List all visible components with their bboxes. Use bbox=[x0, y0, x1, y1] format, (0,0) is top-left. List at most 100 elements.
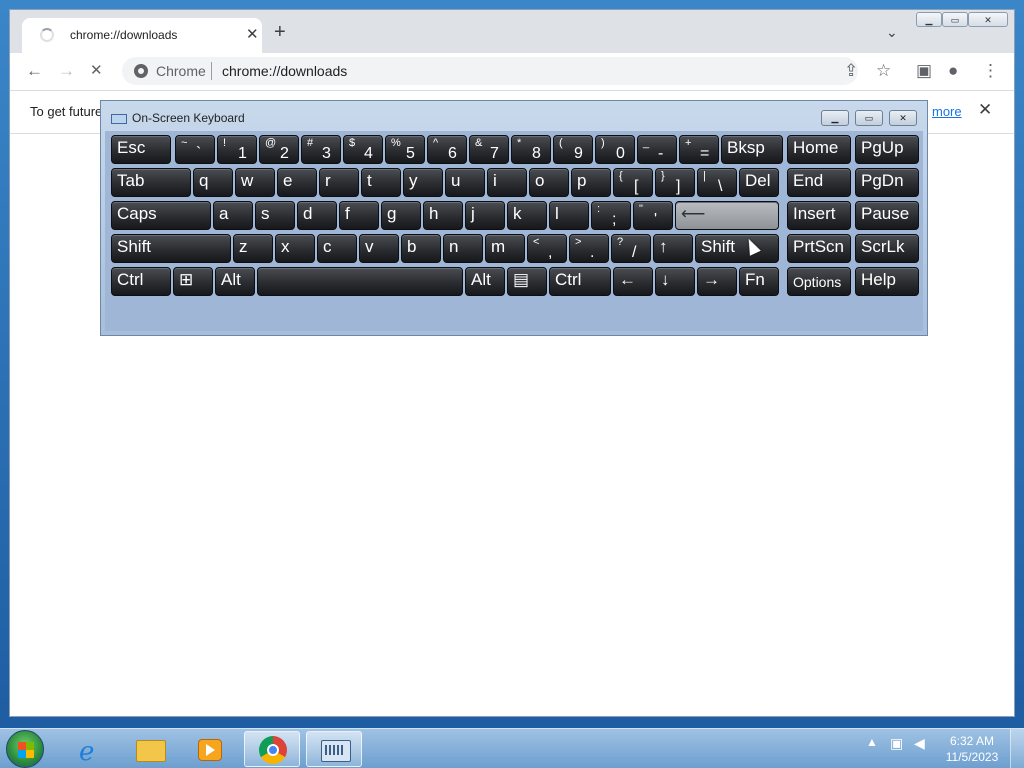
key-d[interactable]: d bbox=[297, 201, 337, 230]
tab-close-icon[interactable]: ✕ bbox=[246, 25, 259, 43]
key-6[interactable]: ^ 6 bbox=[427, 135, 467, 164]
key-minus[interactable]: _ - bbox=[637, 135, 677, 164]
key-e[interactable]: e bbox=[277, 168, 317, 197]
taskbar-file-explorer[interactable] bbox=[122, 731, 178, 767]
key-scrlk[interactable]: ScrLk bbox=[855, 234, 919, 263]
key-v[interactable]: v bbox=[359, 234, 399, 263]
key-equals[interactable]: + = bbox=[679, 135, 719, 164]
key-o[interactable]: o bbox=[529, 168, 569, 197]
key-semicolon[interactable]: :; bbox=[591, 201, 631, 230]
key-left-bracket[interactable]: {[ bbox=[613, 168, 653, 197]
key-7[interactable]: & 7 bbox=[469, 135, 509, 164]
key-space[interactable] bbox=[257, 267, 463, 296]
taskbar-on-screen-keyboard[interactable] bbox=[306, 731, 362, 767]
profile-avatar-icon[interactable]: ● bbox=[948, 61, 958, 81]
show-desktop-button[interactable] bbox=[1010, 729, 1024, 768]
key-b[interactable]: b bbox=[401, 234, 441, 263]
key-l[interactable]: l bbox=[549, 201, 589, 230]
key-f[interactable]: f bbox=[339, 201, 379, 230]
key-alt[interactable]: Alt bbox=[215, 267, 255, 296]
key-n[interactable]: n bbox=[443, 234, 483, 263]
key-application[interactable]: ▤ bbox=[507, 267, 547, 296]
address-bar[interactable]: Chrome chrome://downloads bbox=[122, 57, 858, 85]
key-5[interactable]: % 5 bbox=[385, 135, 425, 164]
key-insert[interactable]: Insert bbox=[787, 201, 851, 230]
key-ctrl[interactable]: Ctrl bbox=[111, 267, 171, 296]
key-t[interactable]: t bbox=[361, 168, 401, 197]
key-r[interactable]: r bbox=[319, 168, 359, 197]
taskbar-chrome[interactable] bbox=[244, 731, 300, 767]
volume-muted-icon[interactable]: ◀ bbox=[914, 735, 925, 752]
back-icon[interactable]: ← bbox=[26, 61, 43, 81]
taskbar-media-player[interactable] bbox=[182, 731, 238, 767]
new-tab-button[interactable]: + bbox=[274, 22, 286, 42]
stop-loading-icon[interactable]: ✕ bbox=[90, 61, 103, 81]
osk-close-button[interactable]: ✕ bbox=[889, 110, 917, 126]
key-right-bracket[interactable]: }] bbox=[655, 168, 695, 197]
osk-minimize-button[interactable]: ▁ bbox=[821, 110, 849, 126]
key-pause[interactable]: Pause bbox=[855, 201, 919, 230]
key-end[interactable]: End bbox=[787, 168, 851, 197]
key-backtick[interactable]: ~ ` bbox=[175, 135, 215, 164]
key-ctrl[interactable]: Ctrl bbox=[549, 267, 611, 296]
key-enter[interactable]: ⟵ bbox=[675, 201, 779, 230]
key-g[interactable]: g bbox=[381, 201, 421, 230]
menu-icon[interactable]: ⋮ bbox=[982, 61, 999, 81]
key-0[interactable]: ) 0 bbox=[595, 135, 635, 164]
key-shift[interactable]: Shift bbox=[695, 234, 779, 263]
key-pgup[interactable]: PgUp bbox=[855, 135, 919, 164]
forward-icon[interactable]: → bbox=[58, 61, 75, 81]
window-minimize-button[interactable]: ▁ bbox=[916, 12, 942, 27]
key-h[interactable]: h bbox=[423, 201, 463, 230]
key-pgdn[interactable]: PgDn bbox=[855, 168, 919, 197]
key-bksp[interactable]: Bksp bbox=[721, 135, 783, 164]
url-text[interactable]: chrome://downloads bbox=[222, 63, 347, 79]
key-w[interactable]: w bbox=[235, 168, 275, 197]
key-s[interactable]: s bbox=[255, 201, 295, 230]
key-down[interactable]: ↓ bbox=[655, 267, 695, 296]
key-m[interactable]: m bbox=[485, 234, 525, 263]
key-y[interactable]: y bbox=[403, 168, 443, 197]
key-backslash[interactable]: | \ bbox=[697, 168, 737, 197]
taskbar-internet-explorer[interactable]: e bbox=[62, 731, 118, 767]
osk-restore-button[interactable]: ▭ bbox=[855, 110, 883, 126]
key-slash[interactable]: ? / bbox=[611, 234, 651, 263]
key-period[interactable]: >. bbox=[569, 234, 609, 263]
tab-search-icon[interactable]: ⌄ bbox=[886, 24, 898, 41]
key-windows[interactable]: ⊞ bbox=[173, 267, 213, 296]
key-caps[interactable]: Caps bbox=[111, 201, 211, 230]
key-j[interactable]: j bbox=[465, 201, 505, 230]
key-9[interactable]: (9 bbox=[553, 135, 593, 164]
key-esc[interactable]: Esc bbox=[111, 135, 171, 164]
key-fn[interactable]: Fn bbox=[739, 267, 779, 296]
network-icon[interactable]: ▣ bbox=[890, 735, 903, 752]
key-right[interactable]: → bbox=[697, 267, 737, 296]
key-4[interactable]: $4 bbox=[343, 135, 383, 164]
window-close-button[interactable]: ✕ bbox=[968, 12, 1008, 27]
info-bar-close-icon[interactable]: ✕ bbox=[978, 100, 992, 120]
key-z[interactable]: z bbox=[233, 234, 273, 263]
key-up[interactable]: ↑ bbox=[653, 234, 693, 263]
start-button[interactable] bbox=[6, 730, 44, 768]
key-alt[interactable]: Alt bbox=[465, 267, 505, 296]
key-x[interactable]: x bbox=[275, 234, 315, 263]
tab-downloads[interactable]: chrome://downloads ✕ bbox=[22, 18, 262, 53]
key-shift[interactable]: Shift bbox=[111, 234, 231, 263]
key-k[interactable]: k bbox=[507, 201, 547, 230]
key-options[interactable]: Options bbox=[787, 267, 851, 296]
key-a[interactable]: a bbox=[213, 201, 253, 230]
key-p[interactable]: p bbox=[571, 168, 611, 197]
key-i[interactable]: i bbox=[487, 168, 527, 197]
info-bar-learn-more-link[interactable]: more bbox=[932, 104, 962, 119]
key-quote[interactable]: " ' bbox=[633, 201, 673, 230]
key-u[interactable]: u bbox=[445, 168, 485, 197]
share-icon[interactable]: ⇪ bbox=[844, 61, 858, 81]
window-maximize-button[interactable]: ▭ bbox=[942, 12, 968, 27]
side-panel-icon[interactable]: ▣ bbox=[916, 61, 932, 81]
key-left[interactable]: ← bbox=[613, 267, 653, 296]
key-3[interactable]: #3 bbox=[301, 135, 341, 164]
clock[interactable]: 6:32 AM 11/5/2023 bbox=[944, 733, 1000, 765]
key-prtscn[interactable]: PrtScn bbox=[787, 234, 851, 263]
key-comma[interactable]: <, bbox=[527, 234, 567, 263]
key-del[interactable]: Del bbox=[739, 168, 779, 197]
